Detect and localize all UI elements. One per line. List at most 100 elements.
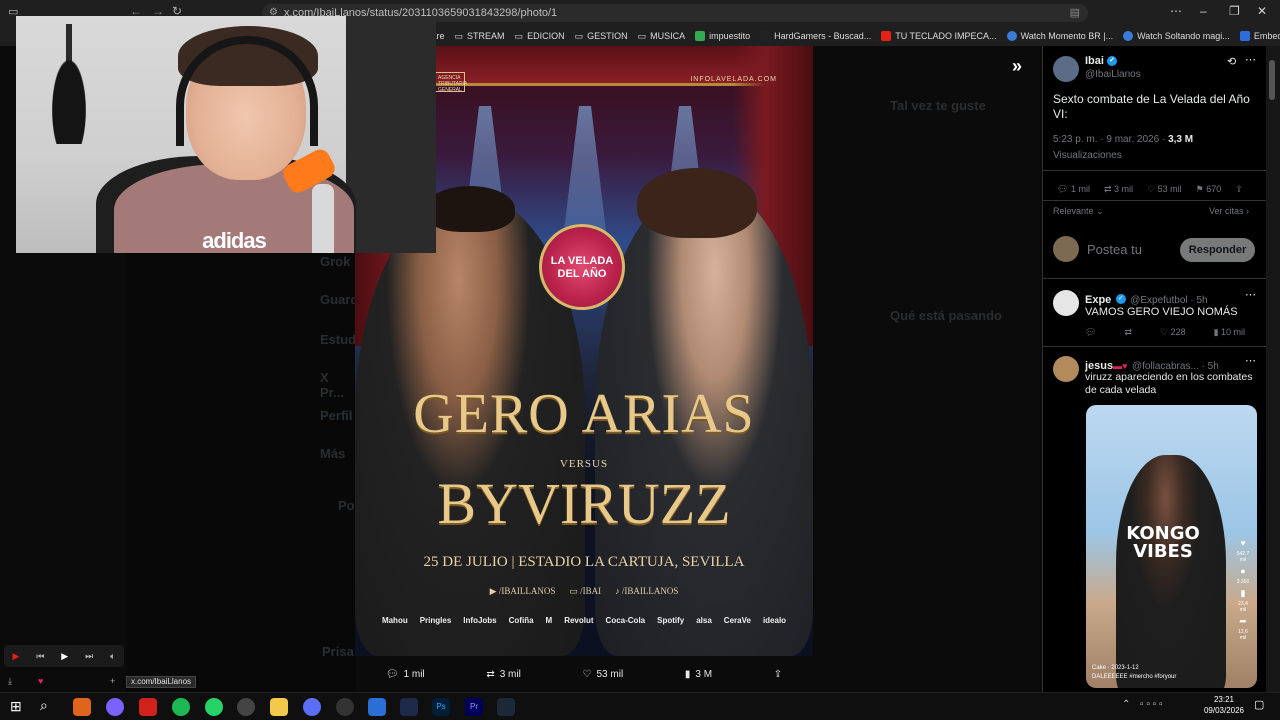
bookmark-button[interactable]: ⚑ 670 [1196, 184, 1222, 195]
more-icon[interactable]: ⋯ [1245, 288, 1256, 301]
more-icon[interactable]: ⋯ [1245, 354, 1256, 367]
quotes-link[interactable]: Ver citas › [1209, 206, 1249, 216]
repost-button[interactable]: ⇄ 3 mil [486, 669, 521, 680]
app-icon[interactable] [139, 698, 157, 716]
app-icon[interactable] [73, 698, 91, 716]
like-button[interactable]: ♡ 228 [1160, 327, 1186, 338]
bookmark-folder[interactable]: ▭ STREAM [455, 28, 505, 44]
tray-icons[interactable]: ▫ ▫ ▫ ▫ [1140, 699, 1163, 710]
bookmark-folder[interactable]: ▭ MUSICA [638, 28, 686, 44]
video-shirt-text: KONGO VIBES [1126, 523, 1200, 562]
reply-video[interactable]: KONGO VIBES ♥ 542.7 mil ● 3.360 ▮ 23,4 mil … [1086, 405, 1257, 688]
poster-socials: ▶ /IBAILLANOS ▭ /IBAI ♪ /IBAILLANOS [355, 586, 813, 597]
new-tab-icon[interactable]: + [110, 676, 115, 686]
volume-icon[interactable]: 🔈︎ [110, 651, 115, 662]
taskbar-clock[interactable]: 23:21 09/03/2026 [1196, 694, 1252, 716]
views-button[interactable]: ▮ 10 mil [1214, 327, 1245, 338]
mini-media-player: ▶ ⏮ ▶ ⏭ 🔈︎ [4, 645, 124, 667]
share-button[interactable]: ⇪ [774, 669, 782, 680]
bookmark-item[interactable]: HardGamers - Buscad... [760, 28, 871, 44]
minimize-icon[interactable]: – [1200, 4, 1207, 18]
steam-icon[interactable] [497, 698, 515, 716]
like-button[interactable]: ♡ 53 mil [1147, 184, 1182, 195]
reply-button[interactable]: 💬︎ [1085, 327, 1096, 338]
reply-text: VAMOS GERO VIEJO NOMÁS [1085, 306, 1238, 318]
divider [1043, 170, 1266, 171]
avatar[interactable] [1053, 290, 1079, 316]
bookmark-item[interactable]: Watch Momento BR |... [1006, 28, 1113, 44]
video-caption: Cake · 2023-1-12 DALEEEEEE #mercho #fory… [1092, 665, 1177, 680]
app-icon[interactable] [303, 698, 321, 716]
play-icon[interactable]: ▶ [61, 651, 68, 662]
reply-text: viruzz apareciendo en los combates de ca… [1085, 371, 1253, 396]
bookmark-folder[interactable]: ▭ EDICION [515, 28, 565, 44]
fighter-name-1: GERO ARIAS [413, 383, 755, 445]
chevron-down-icon: ⌄ [1096, 206, 1104, 216]
bookmark-folder[interactable]: ▭ GESTION [575, 28, 628, 44]
reply-icon: 💬︎ [385, 668, 399, 680]
bookmark-item[interactable]: TU TECLADO IMPECA... [881, 28, 997, 44]
avatar[interactable] [1053, 56, 1079, 82]
sponsor: M [545, 616, 553, 625]
download-icon[interactable]: ⤓ [8, 676, 12, 687]
repost-button[interactable]: ⇄ 3 mil [1104, 184, 1133, 195]
next-icon[interactable]: ⏭ [85, 651, 93, 662]
share-icon[interactable]: ⇪ [1235, 184, 1243, 195]
spotify-icon[interactable] [172, 698, 190, 716]
reader-icon[interactable]: ▤ [1070, 4, 1080, 22]
reply-input[interactable]: Postea tu [1087, 242, 1142, 257]
folder-icon[interactable] [270, 698, 288, 716]
grok-icon[interactable]: ⟲ [1227, 55, 1236, 68]
reply-submit-button[interactable]: Responder [1180, 238, 1255, 262]
sponsor: InfoJobs [463, 616, 497, 625]
author-handle[interactable]: @IbaiLlanos [1085, 69, 1141, 80]
reply-button[interactable]: 💬︎ 1 mil [386, 669, 425, 680]
poster-agency-logo: AGENCIA TRIBUTARIA GENERAL [435, 72, 467, 93]
nav-item: Más [320, 446, 346, 461]
scrollbar[interactable] [1266, 46, 1280, 692]
photoshop-icon[interactable]: Ps [432, 698, 450, 716]
maximize-icon[interactable]: ❐ [1229, 4, 1240, 18]
bookmark-item[interactable]: Watch Soltando magi... [1123, 28, 1230, 44]
previous-icon[interactable]: ⏮ [36, 651, 44, 662]
collapse-panel-icon[interactable]: » [1012, 56, 1022, 77]
repost-button[interactable]: ⇄ [1124, 327, 1132, 338]
share-icon: ⇪ [773, 668, 783, 680]
bookmark-item[interactable]: Embed Generator [1239, 28, 1280, 44]
site-icon [1006, 31, 1017, 41]
cam-wall [346, 16, 436, 253]
sponsor: Coca-Cola [605, 616, 646, 625]
heart-icon: ♥ [1240, 538, 1246, 548]
close-icon[interactable]: ✕ [1257, 4, 1267, 18]
sort-dropdown[interactable]: Relevante ⌄ [1053, 206, 1104, 217]
more-icon[interactable]: ⋯ [1245, 53, 1256, 66]
event-badge: LA VELADA DEL AÑO [539, 224, 625, 310]
search-icon[interactable]: ⌕ [40, 697, 48, 714]
windows-start-icon[interactable]: ⊞ [10, 698, 22, 715]
app-icon[interactable] [400, 698, 418, 716]
browser-icon[interactable] [106, 698, 124, 716]
tray-chevron-icon[interactable]: ⌃ [1122, 699, 1130, 710]
bookmark-item[interactable]: impuestito [695, 28, 750, 44]
notifications-icon[interactable]: ▢ [1254, 698, 1264, 711]
avatar[interactable] [1053, 356, 1079, 382]
reply-actions: 💬︎ ⇄ ♡ 228 ▮ 10 mil [1085, 327, 1245, 338]
obs-icon[interactable] [237, 698, 255, 716]
views-button[interactable]: ▮ 3 M [685, 669, 712, 680]
tweet-meta: 5:23 p. m. · 9 mar. 2026 · 3,3 M [1053, 134, 1194, 145]
comment-icon: ● [1240, 566, 1246, 576]
bookmarks-bar: ftware ▭STREAM ▭EDICION ▭GESTION ▭MUSICA… [420, 28, 1280, 44]
like-button[interactable]: ♡ 53 mil [583, 669, 624, 680]
nav-item: Grok [320, 254, 351, 269]
app-icon[interactable] [368, 698, 386, 716]
nav-item: Perfil [320, 408, 353, 423]
tweet-text: Sexto combate de La Velada del Año VI: [1053, 92, 1250, 121]
scrollbar-thumb[interactable] [1269, 60, 1275, 100]
reply-button[interactable]: 💬︎ 1 mil [1057, 184, 1090, 195]
premiere-icon[interactable]: Pr [465, 698, 483, 716]
app-icon[interactable] [336, 698, 354, 716]
heart-icon[interactable]: ♥ [38, 676, 43, 686]
whatsapp-icon[interactable] [205, 698, 223, 716]
author-name[interactable]: Ibai ✓ [1085, 55, 1118, 67]
menu-icon[interactable]: ⋯ [1170, 4, 1182, 18]
